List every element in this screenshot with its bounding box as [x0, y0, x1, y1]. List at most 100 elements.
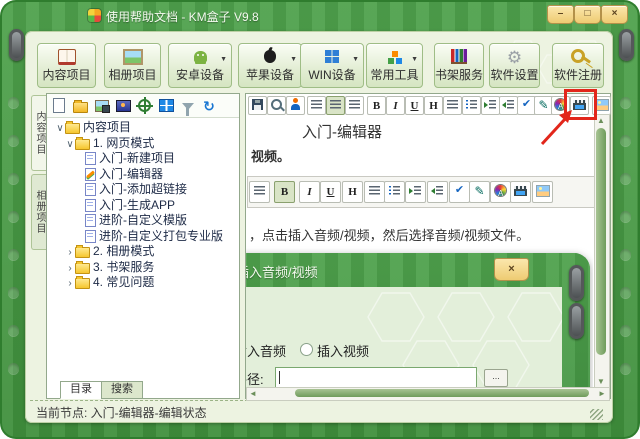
editor-strike-button[interactable]	[443, 96, 462, 115]
tree-collapsed-icon[interactable]: ›	[65, 245, 75, 261]
toolbar-button-label: 苹果设备	[245, 68, 294, 82]
tree-item-label: 3. 书架服务	[93, 259, 155, 274]
save-image-icon[interactable]	[93, 97, 110, 114]
editor-indent-left-button[interactable]	[499, 96, 518, 115]
editor-bold-button[interactable]: B	[367, 96, 386, 115]
tree-item-label: 进阶-自定义模版	[99, 213, 187, 227]
tree-item[interactable]: 入门-生成APP	[47, 198, 239, 214]
toolbar-button-android[interactable]: 安卓设备 ▼	[168, 43, 232, 88]
monitor-icon	[115, 99, 131, 112]
path-input[interactable]	[275, 367, 477, 387]
sidebar-tab-0[interactable]: 内容项目	[31, 95, 47, 171]
editor-italic-button[interactable]: I	[386, 96, 405, 115]
editor-user-button[interactable]	[286, 96, 305, 115]
tree-collapsed-icon[interactable]: ›	[65, 276, 75, 292]
gear-icon: ⚙	[490, 49, 539, 67]
resize-grip-icon[interactable]	[590, 409, 603, 420]
tree-expanded-icon[interactable]: ∨	[55, 121, 65, 137]
tree-item[interactable]: › 2. 相册模式	[47, 244, 239, 260]
tree-item[interactable]: 进阶-自定义打包专业版	[47, 229, 239, 245]
windows-icon	[325, 50, 339, 64]
indent-right-icon	[484, 100, 496, 110]
tree-item-label: 入门-编辑器	[99, 166, 163, 181]
editor-heading-button[interactable]: H	[424, 96, 443, 115]
scroll-up-icon[interactable]: ▲	[597, 116, 605, 125]
tree-item[interactable]: 入门-添加超链接	[47, 182, 239, 198]
title-bar[interactable]: 使用帮助文档 - KM盒子 V9.8 – □ ×	[0, 0, 640, 31]
insert-video-label: 插入视频	[317, 344, 370, 359]
tab-contents[interactable]: 目录	[60, 381, 102, 399]
horizontal-scroll-thumb[interactable]	[295, 389, 589, 397]
folder-icon	[75, 136, 90, 150]
tree-item-label: 2. 相册模式	[93, 244, 155, 258]
blocks-icon	[391, 50, 398, 57]
tree-item[interactable]: ∨ 1. 网页模式	[47, 136, 239, 152]
refresh-icon[interactable]: ↻	[201, 97, 218, 114]
doc-icon	[85, 152, 96, 166]
toolbar-button-label: 软件设置	[490, 68, 539, 82]
toolbar-button-book[interactable]: 内容项目	[37, 43, 96, 88]
tree-item[interactable]: 入门-新建项目	[47, 151, 239, 167]
key-icon	[553, 48, 603, 67]
toolbar-button-blocks[interactable]: 常用工具 ▼	[366, 43, 423, 88]
refresh-icon: ↻	[203, 97, 215, 114]
indent-left-icon	[502, 100, 514, 110]
scroll-down-icon[interactable]: ▼	[597, 377, 605, 386]
toolbar-button-label: 内容项目	[42, 68, 91, 82]
app-logo-icon	[88, 9, 101, 22]
vertical-scroll-thumb[interactable]	[596, 128, 606, 355]
monitor-icon[interactable]	[115, 97, 132, 114]
tree-item[interactable]: › 4. 常见问题	[47, 275, 239, 291]
insert-video-radio[interactable]	[300, 343, 313, 356]
tree-item[interactable]: 进阶-自定义模版	[47, 213, 239, 229]
toolbar-button-key[interactable]: 软件注册	[552, 43, 604, 88]
editor-underline-button[interactable]: U	[405, 96, 424, 115]
filter-icon[interactable]	[179, 97, 196, 117]
toolbar-button-label: WIN设备	[308, 68, 356, 82]
editor-align-right-button[interactable]	[345, 96, 364, 115]
toolbar-button-windows[interactable]: WIN设备 ▼	[300, 43, 364, 88]
binder-ring	[9, 29, 24, 61]
window-title: 使用帮助文档 - KM盒子 V9.8	[106, 10, 259, 24]
close-button[interactable]: ×	[601, 5, 628, 24]
minimize-button[interactable]: –	[547, 5, 574, 24]
doc-edit-icon	[85, 167, 96, 181]
tree-collapsed-icon[interactable]: ›	[65, 261, 75, 277]
tree-item[interactable]: 入门-编辑器	[47, 167, 239, 183]
new-doc-icon[interactable]	[50, 97, 67, 114]
tree-item[interactable]: ∨ 内容项目	[47, 120, 239, 136]
scroll-right-icon[interactable]: ►	[598, 389, 606, 398]
editor-indent-right-button[interactable]	[481, 96, 500, 115]
new-doc-icon	[52, 98, 65, 114]
browse-button[interactable]: ...	[484, 369, 508, 387]
editor-align-center-button[interactable]	[326, 96, 345, 115]
target-icon[interactable]	[136, 97, 153, 115]
grid-icon[interactable]	[158, 97, 175, 114]
toolbar-button-books[interactable]: 书架服务	[434, 43, 484, 88]
editor-align-left-button[interactable]	[307, 96, 326, 115]
toolbar-button-photo[interactable]: 相册项目	[104, 43, 161, 88]
binder-ring	[569, 265, 584, 301]
open-folder-icon[interactable]	[72, 97, 89, 114]
maximize-button[interactable]: □	[574, 5, 601, 24]
toolbar-button-apple[interactable]: 苹果设备 ▼	[238, 43, 302, 88]
editor-save-button[interactable]	[248, 96, 267, 115]
project-tree[interactable]: ∨ 内容项目 ∨ 1. 网页模式 入门-新建项目 入门-编辑器 入门-添加超链接 入门-生成A…	[47, 120, 239, 380]
scroll-left-icon[interactable]: ◄	[249, 389, 257, 398]
toolbar-button-gear[interactable]: ⚙ 软件设置	[489, 43, 540, 88]
dialog-close-button[interactable]: ×	[494, 258, 529, 281]
editor-horizontal-scrollbar[interactable]: ◄ ►	[246, 387, 610, 401]
tree-item[interactable]: › 3. 书架服务	[47, 260, 239, 276]
editor-zoom-button[interactable]	[267, 96, 286, 115]
tree-expanded-icon[interactable]: ∨	[65, 137, 75, 153]
insert-media-dialog: 插入音频/视频 × 插入音频 插入视频	[246, 253, 590, 387]
target-icon	[136, 97, 153, 115]
underline-icon: U	[410, 100, 419, 112]
gear-icon: ⚙	[506, 48, 523, 67]
tab-search[interactable]: 搜索	[101, 381, 143, 399]
dialog-body: 插入音频 插入视频 路径: ... 设置: 自动播放▼显示面板▼单次播放▼ 插入…	[246, 287, 562, 387]
editor-vertical-scrollbar[interactable]: ▲ ▼	[594, 114, 610, 388]
tree-item-label: 内容项目	[83, 120, 132, 134]
sidebar-tab-1[interactable]: 相册项目	[31, 174, 47, 250]
editor-list-button[interactable]	[462, 96, 481, 115]
